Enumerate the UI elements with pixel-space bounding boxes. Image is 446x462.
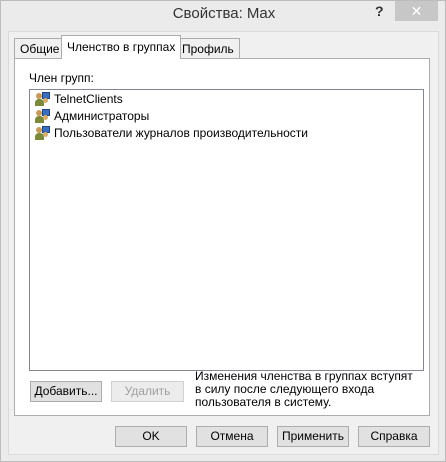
list-item[interactable]: Администраторы [30, 107, 423, 124]
cancel-button[interactable]: Отмена [196, 426, 268, 447]
group-name: Администраторы [54, 108, 150, 123]
help-button[interactable]: Справка [358, 426, 430, 447]
group-icon [35, 108, 51, 123]
help-icon[interactable]: ? [375, 3, 384, 19]
close-button[interactable]: ✕ [395, 1, 438, 21]
tab-membership[interactable]: Членство в группах [61, 35, 182, 59]
list-item[interactable]: Пользователи журналов производительности [30, 124, 423, 141]
apply-button[interactable]: Применить [277, 426, 349, 447]
tab-general[interactable]: Общие [14, 38, 66, 58]
remove-button[interactable]: Удалить [111, 381, 184, 402]
add-button[interactable]: Добавить... [30, 381, 102, 402]
members-label: Член групп: [29, 71, 94, 85]
group-icon [35, 91, 51, 106]
tab-profile[interactable]: Профиль [176, 38, 240, 58]
group-name: TelnetClients [54, 91, 123, 106]
membership-note: Изменения членства в группах вступят в с… [195, 369, 413, 409]
ok-button[interactable]: OK [115, 426, 187, 447]
groups-list[interactable]: TelnetClients Администраторы Пользовател… [29, 89, 424, 371]
group-name: Пользователи журналов производительности [54, 125, 308, 140]
group-icon [35, 125, 51, 140]
list-item[interactable]: TelnetClients [30, 90, 423, 107]
